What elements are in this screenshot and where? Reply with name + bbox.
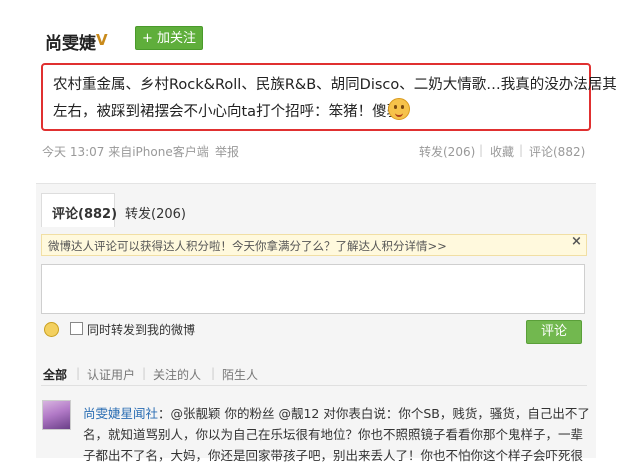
comments-link[interactable]: 评论(882): [529, 143, 585, 160]
repost-checkbox[interactable]: [70, 322, 83, 335]
filter-strangers[interactable]: 陌生人: [222, 366, 258, 383]
filter-separator: |: [142, 366, 147, 380]
filter-separator: |: [76, 366, 81, 380]
smiling-face-icon: [388, 98, 410, 120]
meta-separator: |: [479, 143, 484, 157]
post-text-line-2: 左右，被踩到裙摆会不小心向ta打个招呼：笨猪！傻驴！: [53, 104, 416, 120]
filter-all[interactable]: 全部: [43, 366, 67, 383]
favorite-link[interactable]: 收藏: [490, 143, 514, 160]
comment-text-line-1: 尚雯婕星闻社：@张靓颖 你的粉丝 @靓12 对你表白说：你个SB，贱货，骚货，自…: [83, 403, 590, 422]
repost-link[interactable]: 转发(206): [419, 143, 475, 160]
filter-following[interactable]: 关注的人: [153, 366, 201, 383]
author-name[interactable]: 尚雯婕: [45, 29, 96, 54]
comment-username[interactable]: 尚雯婕星闻社: [83, 406, 158, 421]
comment-input[interactable]: [41, 264, 585, 314]
meta-separator: |: [202, 143, 207, 157]
post-time-source: 今天 13:07 来自iPhone客户端: [42, 145, 209, 159]
comment-text-line-3: 子都出不了名，大妈，你还是回家带孩子吧，别出来丢人了！你也不怕你这个样子会吓死很: [83, 448, 584, 463]
meta-separator: |: [519, 143, 524, 157]
close-icon[interactable]: ×: [571, 234, 582, 249]
emoji-picker-icon[interactable]: [44, 322, 59, 337]
follow-button[interactable]: + 加关注: [135, 26, 203, 50]
post-text-line-1: 农村重金属、乡村Rock&Roll、民族R&B、胡同Disco、二奶大情歌…我真…: [53, 77, 617, 93]
report-link[interactable]: 举报: [215, 143, 239, 160]
verified-badge-icon: V: [96, 31, 108, 49]
filter-verified-users[interactable]: 认证用户: [87, 366, 135, 383]
avatar[interactable]: [42, 400, 71, 430]
divider: [41, 385, 587, 386]
filter-separator: |: [211, 366, 216, 380]
tab-reposts[interactable]: 转发(206): [125, 203, 186, 222]
repost-checkbox-label: 同时转发到我的微博: [87, 323, 196, 337]
comment-text: ：@张靓颖 你的粉丝 @靓12 对你表白说：你个SB，贱货，骚货，自己出不了: [158, 406, 590, 421]
notice-text[interactable]: 微博达人评论可以获得达人积分啦！今天你拿满分了么？了解达人积分详情>>: [48, 238, 447, 254]
submit-comment-button[interactable]: 评论: [526, 320, 582, 344]
comment-text-line-2: 名，就知道骂别人，你以为自己在乐坛很有地位？你也不照照镜子看看你那个鬼样子，一辈: [83, 427, 584, 442]
tab-comments-label[interactable]: 评论(882): [52, 203, 117, 222]
